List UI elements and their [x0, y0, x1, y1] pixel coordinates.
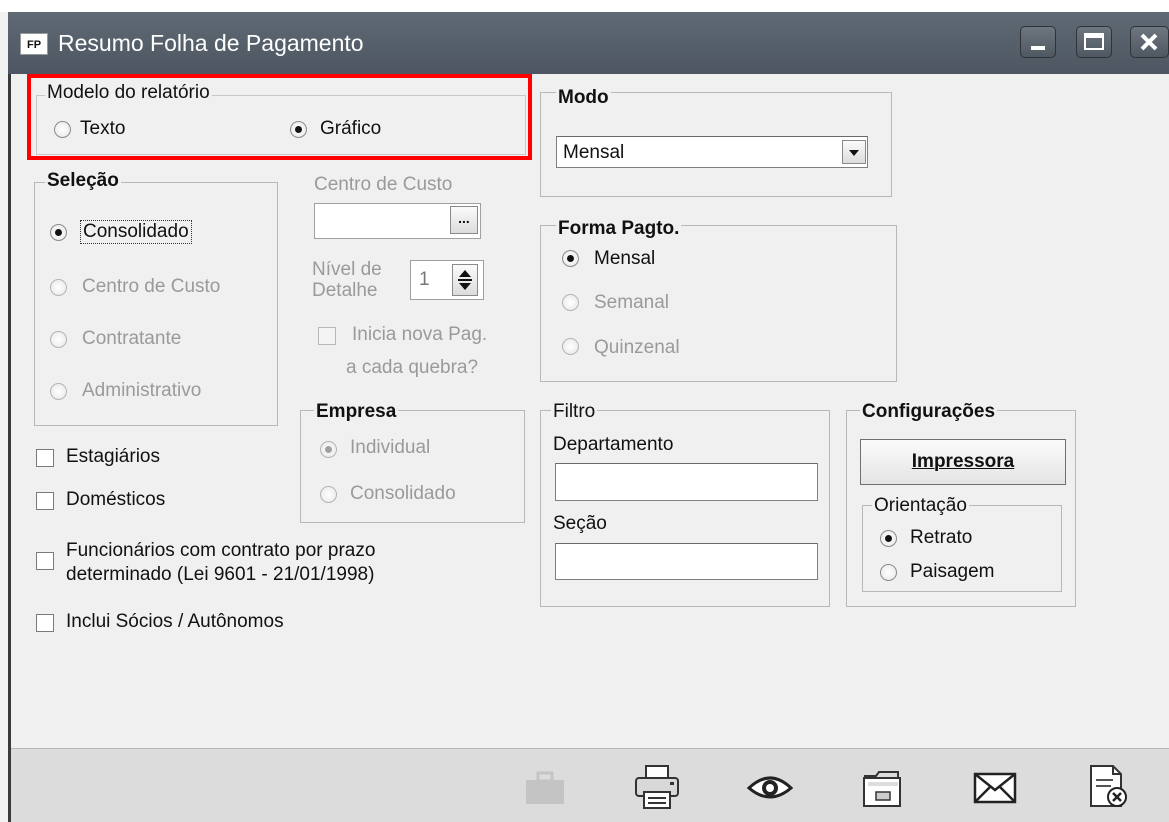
- administrativo-radio[interactable]: [50, 383, 67, 400]
- retrato-label: Retrato: [910, 527, 973, 548]
- modo-dropdown-button[interactable]: [842, 140, 866, 164]
- screen-top-strip: [0, 0, 1169, 12]
- nivel-value: 1: [419, 269, 430, 290]
- centro-custo-field-label: Centro de Custo: [314, 174, 453, 195]
- consolidado-radio[interactable]: [50, 224, 67, 241]
- orientacao-legend: Orientação: [872, 495, 969, 517]
- administrativo-label: Administrativo: [82, 380, 202, 401]
- centro-custo-label: Centro de Custo: [82, 276, 221, 297]
- inicia-label-2: a cada quebra?: [346, 357, 479, 378]
- departamento-label: Departamento: [553, 434, 674, 455]
- domesticos-label: Domésticos: [66, 489, 166, 510]
- empresa-consolidado-label: Consolidado: [350, 483, 456, 504]
- estagiarios-label: Estagiários: [66, 446, 160, 467]
- domesticos-checkbox[interactable]: [36, 492, 54, 510]
- configuracoes-legend: Configurações: [860, 401, 998, 423]
- minimize-icon: [1021, 27, 1055, 57]
- semanal-radio[interactable]: [562, 294, 579, 311]
- modo-value: Mensal: [563, 142, 625, 163]
- funcionarios-label-1: Funcionários com contrato por prazo: [66, 540, 376, 561]
- paisagem-radio[interactable]: [880, 564, 897, 581]
- socios-label: Inclui Sócios / Autônomos: [66, 611, 284, 632]
- selecao-legend: Seleção: [45, 170, 121, 192]
- app-icon: FP: [20, 33, 48, 55]
- funcionarios-contrato-checkbox[interactable]: [36, 552, 54, 570]
- inicia-label-1: Inicia nova Pag.: [352, 324, 488, 345]
- briefcase-icon[interactable]: [520, 762, 570, 812]
- window-title: Resumo Folha de Pagamento: [58, 30, 364, 56]
- forma-pagto-legend: Forma Pagto.: [556, 218, 682, 240]
- folder-icon[interactable]: [858, 762, 908, 812]
- funcionarios-label-2: determinado (Lei 9601 - 21/01/1998): [66, 564, 375, 585]
- nivel-label-1: Nível de: [312, 259, 382, 280]
- retrato-radio[interactable]: [880, 530, 897, 547]
- spin-arrows-icon: [453, 265, 477, 295]
- inicia-nova-pag-checkbox[interactable]: [318, 327, 336, 345]
- estagiarios-checkbox[interactable]: [36, 449, 54, 467]
- modo-legend: Modo: [556, 87, 611, 109]
- semanal-label: Semanal: [594, 292, 669, 313]
- centro-custo-radio[interactable]: [50, 279, 67, 296]
- minimize-button[interactable]: [1020, 26, 1056, 58]
- centro-custo-browse-button[interactable]: ...: [450, 206, 478, 234]
- nivel-stepper-button[interactable]: [452, 264, 478, 296]
- highlight-box: [27, 74, 532, 160]
- secao-input[interactable]: [555, 543, 818, 580]
- individual-radio[interactable]: [320, 441, 337, 458]
- departamento-input[interactable]: [555, 463, 818, 501]
- empresa-group: [300, 410, 525, 523]
- chevron-down-icon: [843, 141, 865, 163]
- close-document-icon[interactable]: [1083, 762, 1133, 812]
- quinzenal-label: Quinzenal: [594, 337, 680, 358]
- eye-icon[interactable]: [745, 762, 795, 812]
- paisagem-label: Paisagem: [910, 561, 995, 582]
- close-button[interactable]: [1130, 26, 1169, 58]
- envelope-icon[interactable]: [970, 762, 1020, 812]
- filtro-legend: Filtro: [551, 401, 598, 423]
- contratante-radio[interactable]: [50, 331, 67, 348]
- socios-checkbox[interactable]: [36, 614, 54, 632]
- close-icon: [1131, 27, 1168, 57]
- mensal-radio[interactable]: [562, 250, 579, 267]
- individual-label: Individual: [350, 437, 431, 458]
- impressora-button[interactable]: Impressora: [860, 439, 1066, 485]
- secao-label: Seção: [553, 513, 607, 534]
- nivel-label-2: Detalhe: [312, 280, 378, 301]
- consolidado-label: Consolidado: [80, 220, 192, 244]
- maximize-icon: [1077, 27, 1111, 57]
- empresa-legend: Empresa: [314, 401, 399, 423]
- mensal-label: Mensal: [594, 248, 656, 269]
- maximize-button[interactable]: [1076, 26, 1112, 58]
- modo-select[interactable]: Mensal: [556, 136, 868, 168]
- quinzenal-radio[interactable]: [562, 338, 579, 355]
- printer-icon[interactable]: [632, 762, 682, 812]
- contratante-label: Contratante: [82, 328, 182, 349]
- empresa-consolidado-radio[interactable]: [320, 486, 337, 503]
